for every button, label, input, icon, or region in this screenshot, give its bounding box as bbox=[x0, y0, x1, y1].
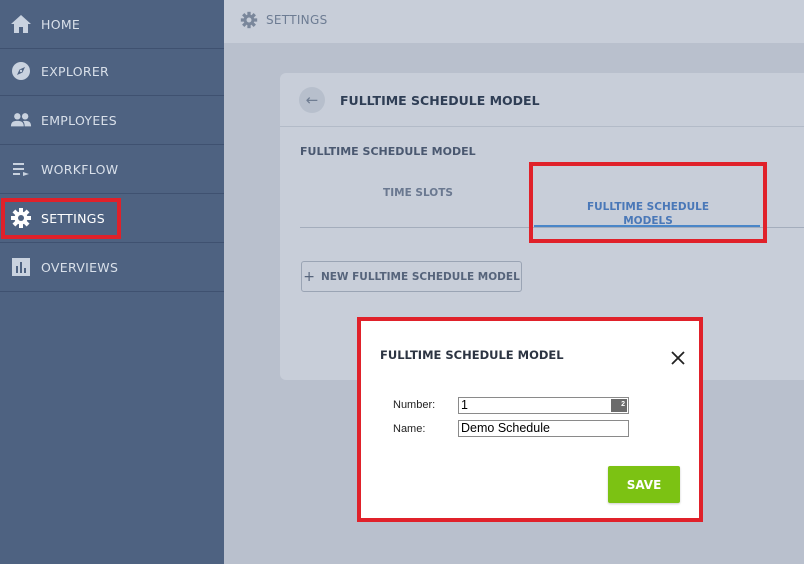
number-value: 1 bbox=[461, 398, 468, 412]
number-picker-button[interactable]: 2 bbox=[611, 399, 627, 412]
number-field[interactable]: 1 2 bbox=[458, 397, 629, 414]
new-schedule-model-button[interactable]: + NEW FULLTIME SCHEDULE MODEL bbox=[301, 261, 522, 292]
name-field[interactable]: Demo Schedule bbox=[458, 420, 629, 437]
page-title: SETTINGS bbox=[266, 13, 328, 27]
card-title: FULLTIME SCHEDULE MODEL bbox=[340, 93, 540, 108]
close-icon[interactable] bbox=[668, 348, 688, 368]
sidebar-item-overviews[interactable]: OVERVIEWS bbox=[0, 243, 224, 292]
sidebar-item-workflow[interactable]: WORKFLOW bbox=[0, 145, 224, 194]
people-icon bbox=[10, 109, 32, 131]
save-button[interactable]: SAVE bbox=[608, 466, 680, 503]
top-bar: SETTINGS bbox=[224, 0, 804, 43]
sidebar-item-employees[interactable]: EMPLOYEES bbox=[0, 96, 224, 145]
plus-icon: + bbox=[303, 268, 315, 285]
workflow-icon bbox=[10, 158, 32, 180]
name-value: Demo Schedule bbox=[461, 421, 550, 435]
tab-label: TIME SLOTS bbox=[383, 187, 453, 199]
sidebar: HOME EXPLORER EMPLOYEES WORKFLOW SETTING… bbox=[0, 0, 224, 564]
compass-icon bbox=[10, 60, 32, 82]
schedule-model-dialog: FULLTIME SCHEDULE MODEL Number: 1 2 Name… bbox=[361, 321, 699, 518]
arrow-left-icon: ← bbox=[305, 91, 319, 109]
home-icon bbox=[10, 13, 32, 35]
back-button[interactable]: ← bbox=[299, 87, 325, 113]
chart-icon bbox=[10, 256, 32, 278]
sidebar-item-label: OVERVIEWS bbox=[41, 259, 119, 275]
gear-icon bbox=[240, 11, 258, 29]
sidebar-item-explorer[interactable]: EXPLORER bbox=[0, 47, 224, 96]
section-label: FULLTIME SCHEDULE MODEL bbox=[300, 145, 476, 158]
number-label: Number: bbox=[393, 399, 436, 411]
number-picker-badge: 2 bbox=[621, 401, 625, 408]
tab-highlight-box bbox=[529, 162, 767, 243]
sidebar-item-label: HOME bbox=[41, 16, 81, 32]
name-label: Name: bbox=[393, 423, 426, 435]
divider bbox=[280, 126, 804, 127]
sidebar-item-label: EXPLORER bbox=[41, 63, 110, 79]
sidebar-item-label: EMPLOYEES bbox=[41, 112, 117, 128]
tab-time-slots[interactable]: TIME SLOTS bbox=[338, 186, 498, 200]
button-label: NEW FULLTIME SCHEDULE MODEL bbox=[320, 270, 520, 283]
sidebar-item-label: WORKFLOW bbox=[41, 161, 119, 177]
sidebar-item-home[interactable]: HOME bbox=[0, 0, 224, 49]
dialog-title: FULLTIME SCHEDULE MODEL bbox=[380, 348, 564, 362]
settings-highlight-box bbox=[1, 198, 121, 239]
